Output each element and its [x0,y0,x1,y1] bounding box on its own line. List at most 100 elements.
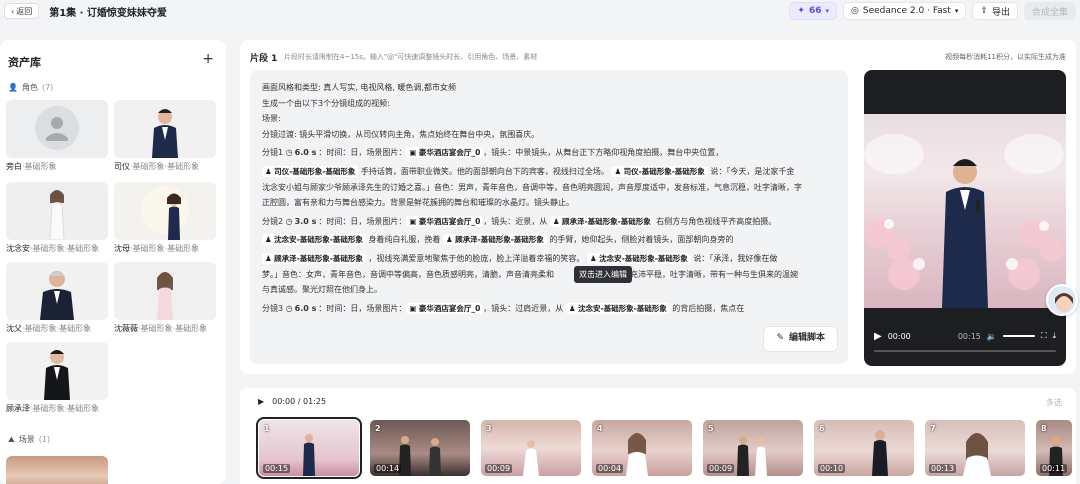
character-tag-label: 司仪-基础形象-基础形象 [623,166,705,176]
video-controls: ▶ 00:00 00:15 🔉 ⛶ ⤓ [874,328,1056,344]
timeline-clip[interactable]: 2 00:14 [370,420,470,476]
edit-script-button[interactable]: ✎ 编辑脚本 [763,326,838,352]
fullscreen-icon[interactable]: ⛶ [1041,331,1047,341]
asset-library: 资产库 + 👤 角色 (7) 旁白·基础形象 司仪·基础形象·基础形象 沈念安·… [0,40,226,484]
image-icon: ▣ [409,148,417,158]
person-icon: ♟ [265,253,272,263]
edit-tooltip: 双击进入编辑 [574,266,632,283]
character-card[interactable]: 沈父·基础形象·基础形象 [6,262,108,334]
shot-label: 分镜1 [262,148,284,158]
credits-badge[interactable]: ✦ 66 ▾ [789,2,837,20]
shot-duration[interactable]: 3.0 s [293,214,319,230]
man-in-black-suit-image [6,342,108,400]
volume-slider[interactable] [1002,335,1035,337]
clip-duration: 00:14 [374,464,402,473]
shot-line: 分镜2 ◷ 3.0 s ：时间：日，场景图片： ▣ 豪华酒店宴会厅_0 ，镜头：近景，从… [262,214,836,230]
volume-icon[interactable]: 🔉 [987,332,997,341]
character-reference-tag[interactable]: ♟ 顾承泽-基础形象-基础形象 [262,252,366,264]
play-icon[interactable]: ▶ [258,397,264,406]
scene-reference-tag[interactable]: ▣ 豪华酒店宴会厅_0 [406,147,484,159]
character-thumbnail [114,262,216,320]
character-card[interactable]: 沈薇薇·基础形象·基础形象 [114,262,216,334]
mountain-icon: ⛰ [8,434,15,444]
default-avatar-icon [35,106,79,150]
character-reference-tag[interactable]: ♟ 沈念安-基础形象-基础形象 [586,252,691,264]
timeline-clip[interactable]: 5 00:09 [703,420,803,476]
video-progress-bar[interactable] [874,350,1056,352]
timeline: ▶ 00:00 / 01:25 多选 1 00:15 2 00:14 3 00:… [240,388,1076,484]
shot-text: 手持话筒，面带职业微笑。他的面部朝向台下的宾客，视线扫过全场。 [360,166,609,176]
download-icon[interactable]: ⤓ [1052,331,1056,341]
back-button[interactable]: ‹ 返回 [4,3,40,19]
export-button[interactable]: ⇪ 导出 [972,2,1018,20]
character-card[interactable]: 司仪·基础形象·基础形象 [114,100,216,172]
clip-number: 1 [264,424,270,433]
cost-note: 视频每秒消耗11积分，以实际生成为准 [945,53,1066,61]
character-reference-tag[interactable]: ♟ 司仪-基础形象-基础形象 [262,165,359,177]
scenes-section[interactable]: ⛰ 场景 (1) [8,434,50,445]
pencil-icon: ✎ [776,333,784,344]
shot-text: 说：「承泽，我好像在做 [693,253,778,263]
generate-all-button[interactable]: 合成全集 [1023,2,1076,20]
script-line: 场景: [262,114,281,124]
character-reference-tag[interactable]: ♟ 顾承泽-基础形象-基础形象 [442,234,547,246]
shot-text: 身着纯白礼服，挽着 [368,235,441,245]
shot-text: ，镜头：中景镜头，从舞台正下方略仰视角度拍摄，舞台中央位置， [483,148,724,158]
text-fade-overlay [250,312,848,364]
scene-card[interactable] [6,456,108,484]
assistant-avatar[interactable] [1046,284,1078,316]
clip-number: 7 [930,424,936,433]
shot-text: 说：「今天，是沈家千金 [710,166,795,176]
timeline-timecode: ▶ 00:00 / 01:25 [258,397,326,406]
video-player[interactable]: ▶ 00:00 00:15 🔉 ⛶ ⤓ [864,70,1066,366]
clip-number: 4 [597,424,603,433]
clip-duration: 00:11 [1040,464,1068,473]
multi-select-button[interactable]: 多选 [1046,397,1062,408]
timeline-clip[interactable]: 7 00:13 [925,420,1025,476]
timeline-time: 00:00 / 01:25 [272,397,327,406]
timeline-clip[interactable]: 3 00:09 [481,420,581,476]
character-card[interactable]: 沈母·基础形象·基础形象 [114,182,216,254]
script-line: 分镜过渡: 镜头平滑切换，从司仪转向主角，焦点始终在舞台中央，氛围喜庆。 [262,129,540,139]
add-asset-button[interactable]: + [202,51,214,67]
shot-line: ♟ 顾承泽-基础形象-基础形象 ，视线充满爱意地聚焦于他的脸庞，脸上洋溢着幸福的… [262,251,836,267]
timeline-clip[interactable]: 8 00:11 [1036,420,1072,476]
clip-duration: 00:04 [596,464,624,473]
script-text-area[interactable]: 画面风格和类型: 真人写实, 电视风格, 暖色调,都市女频 生成一个由以下3个分… [250,70,848,364]
characters-section[interactable]: 👤 角色 (7) [8,82,53,93]
shot-text: ，镜头：近景，从 [483,216,548,226]
timeline-clip[interactable]: 1 00:15 [256,417,362,479]
person-icon: ♟ [445,235,453,245]
character-reference-tag[interactable]: ♟ 沈念安-基础形象-基础形象 [262,234,366,246]
character-reference-tag[interactable]: ♟ 司仪-基础形象-基础形象 [611,165,708,177]
character-tag-label: 司仪-基础形象-基础形象 [274,166,356,176]
character-variant: ·基础形象·基础形象 [130,162,200,171]
shot-text: 右侧方与角色视线平齐高度拍摄。 [656,216,777,226]
script-line: 生成一个由以下3个分镜组成的视频: [262,98,390,108]
script-line: 画面风格和类型: 真人写实, 电视风格, 暖色调,都市女频 [262,83,456,92]
clip-number: 5 [708,424,714,433]
character-thumbnail [114,182,216,240]
model-selector[interactable]: ◎ Seedance 2.0 · Fast ▾ [843,2,967,20]
person-icon: ♟ [614,166,622,176]
character-reference-tag[interactable]: ♟ 顾承泽-基础形象-基础形象 [549,215,654,227]
clip-number: 8 [1041,424,1047,433]
timeline-clip[interactable]: 6 00:10 [814,420,914,476]
young-woman-image [114,262,216,320]
character-thumbnail [6,100,108,158]
character-thumbnail [6,262,108,320]
character-card[interactable]: 沈念安·基础形象·基础形象 [6,182,108,254]
export-label: 导出 [991,7,1010,18]
scene-reference-tag[interactable]: ▣ 豪华酒店宴会厅_0 [406,215,484,227]
play-icon[interactable]: ▶ [874,331,882,342]
shot-line: 分镜1 ◷ 6.0 s ：时间：日，场景图片： ▣ 豪华酒店宴会厅_0 ，镜头：中景镜头… [262,145,836,161]
scene-tag-label: 豪华酒店宴会厅_0 [418,216,481,226]
shot-label: 分镜2 [262,216,284,226]
generate-all-label: 合成全集 [1031,7,1068,18]
timeline-clip[interactable]: 4 00:04 [592,420,692,476]
shot-duration[interactable]: 6.0 s [293,145,319,161]
character-card[interactable]: 顾承泽·基础形象·基础形象 [6,342,108,414]
character-card[interactable]: 旁白·基础形象 [6,100,108,172]
model-icon: ◎ [851,6,859,16]
shot-text: 的手臂，她仰起头，侧脸对着镜头，面部朝向身旁的 [549,235,734,245]
